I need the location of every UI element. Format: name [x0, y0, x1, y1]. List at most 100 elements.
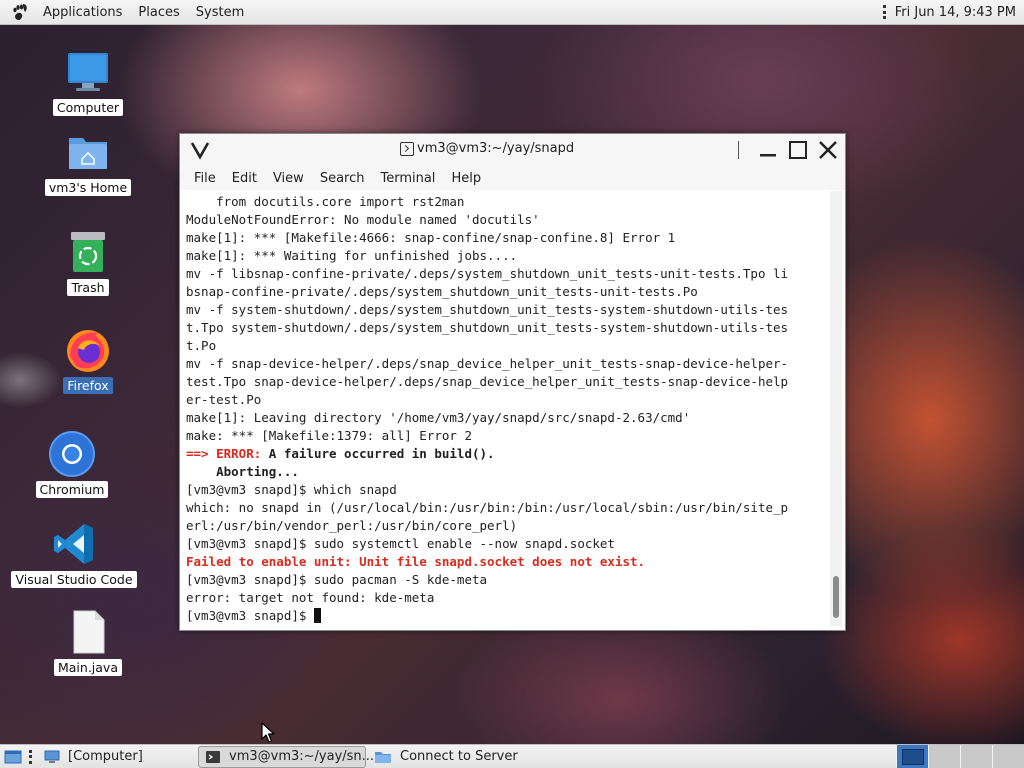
show-desktop-icon[interactable] [2, 746, 24, 768]
terminal-line: make: *** [Makefile:1379: all] Error 2 [186, 427, 828, 445]
terminal-text: Failed to enable unit: Unit file snapd.s… [186, 554, 646, 569]
menu-edit[interactable]: Edit [224, 171, 265, 186]
menu-search[interactable]: Search [312, 171, 373, 186]
terminal-titlebar[interactable]: vm3@vm3:~/yay/snapd [180, 134, 845, 166]
terminal-text: A failure occurred in build(). [261, 446, 495, 461]
terminal-line: mv -f snap-device-helper/.deps/snap_devi… [186, 355, 828, 373]
minimize-button[interactable] [755, 138, 781, 162]
desktop-icon-label: Firefox [63, 377, 113, 394]
terminal-line: Aborting... [186, 463, 828, 481]
mouse-pointer-icon [261, 722, 277, 744]
terminal-text: Aborting... [186, 464, 299, 479]
window-controls [738, 138, 841, 162]
terminal-text: er-test.Po [186, 392, 262, 407]
terminal-icon [400, 141, 414, 156]
terminal-line: make[1]: Leaving directory '/home/vm3/ya… [186, 409, 828, 427]
desktop-icon-label: Chromium [35, 481, 109, 498]
terminal-text: make[1]: Leaving directory '/home/vm3/ya… [186, 410, 691, 425]
scrollbar-thumb[interactable] [833, 576, 839, 618]
desktop-icon-chromium[interactable]: Chromium [27, 430, 117, 498]
window-menu-icon[interactable] [190, 140, 210, 160]
terminal-text: which: no snapd in (/usr/local/bin:/usr/… [186, 500, 789, 515]
desktop-icon-firefox[interactable]: Firefox [43, 326, 133, 394]
workspace-4[interactable] [992, 744, 1024, 768]
terminal-window[interactable]: vm3@vm3:~/yay/snapd File Edit View Searc… [179, 133, 846, 631]
panel-handle-icon [883, 5, 887, 19]
terminal-line: mv -f libsnap-confine-private/.deps/syst… [186, 265, 828, 283]
menu-help[interactable]: Help [443, 171, 489, 186]
terminal-text: bsnap-confine-private/.deps/system_shutd… [186, 284, 698, 299]
system-menu[interactable]: System [188, 5, 252, 20]
terminal-line: Failed to enable unit: Unit file snapd.s… [186, 553, 828, 571]
terminal-line: from docutils.core import rst2man [186, 193, 828, 211]
trash-icon [64, 228, 112, 276]
terminal-text: test.Tpo snap-device-helper/.deps/snap_d… [186, 374, 789, 389]
terminal-menubar: File Edit View Search Terminal Help [180, 166, 845, 190]
desktop-icon-label: vm3's Home [44, 179, 132, 196]
folder-icon [374, 750, 392, 764]
terminal-text: t.Po [186, 338, 217, 353]
desktop-icon-label: Visual Studio Code [11, 571, 137, 588]
terminal-text: erl:/usr/bin/vendor_perl:/usr/bin/core_p… [186, 518, 518, 533]
workspace-1[interactable] [896, 744, 928, 768]
terminal-icon [205, 750, 221, 764]
maximize-button[interactable] [785, 138, 811, 162]
taskbar-item-connect-to-server[interactable]: Connect to Server [368, 746, 524, 768]
desktop-icon-main-java[interactable]: Main.java [43, 608, 133, 676]
window-title-text: vm3@vm3:~/yay/snapd [417, 141, 575, 156]
desktop-icon-label: Main.java [53, 659, 122, 676]
panel-handle-icon [28, 749, 32, 764]
desktop-icon-trash[interactable]: Trash [43, 228, 133, 296]
terminal-text: from docutils.core import rst2man [186, 194, 465, 209]
terminal-cursor [313, 608, 321, 623]
firefox-icon [64, 326, 112, 374]
workspace-3[interactable] [960, 744, 992, 768]
computer-icon [64, 48, 112, 96]
terminal-text: error: target not found: kde-meta [186, 590, 435, 605]
terminal-line: bsnap-confine-private/.deps/system_shutd… [186, 283, 828, 301]
menu-file[interactable]: File [186, 171, 224, 186]
terminal-text: [vm3@vm3 snapd]$ sudo pacman -S kde-meta [186, 572, 488, 587]
terminal-line: ==> ERROR: A failure occurred in build()… [186, 445, 828, 463]
terminal-line: mv -f system-shutdown/.deps/system_shutd… [186, 301, 828, 319]
chromium-icon [48, 430, 96, 478]
menu-view[interactable]: View [265, 171, 312, 186]
taskbar-item-label: Connect to Server [400, 749, 518, 764]
terminal-line: [vm3@vm3 snapd]$ which snapd [186, 481, 828, 499]
terminal-output[interactable]: from docutils.core import rst2man ModuleN… [180, 191, 828, 629]
terminal-text: make[1]: *** [Makefile:4666: snap-confin… [186, 230, 676, 245]
desktop-icon-computer[interactable]: Computer [43, 48, 133, 116]
desktop-icon-home[interactable]: vm3's Home [43, 128, 133, 196]
taskbar-item-terminal[interactable]: vm3@vm3:~/yay/sn... [198, 745, 374, 768]
applications-menu[interactable]: Applications [35, 5, 130, 20]
terminal-line: er-test.Po [186, 391, 828, 409]
desktop-icon-vscode[interactable]: Visual Studio Code [11, 520, 137, 588]
terminal-text: t.Tpo system-shutdown/.deps/system_shutd… [186, 320, 789, 335]
terminal-line: [vm3@vm3 snapd]$ sudo pacman -S kde-meta [186, 571, 828, 589]
terminal-text: mv -f snap-device-helper/.deps/snap_devi… [186, 356, 789, 371]
desktop-icon-label: Computer [52, 99, 124, 116]
terminal-line: which: no snapd in (/usr/local/bin:/usr/… [186, 499, 828, 517]
bottom-panel: [Computer] vm3@vm3:~/yay/sn... Connect t… [0, 744, 1024, 768]
clock[interactable]: Fri Jun 14, 9:43 PM [895, 5, 1016, 20]
places-menu[interactable]: Places [130, 5, 187, 20]
titlebar-separator [738, 141, 739, 159]
terminal-scrollbar[interactable] [830, 191, 842, 626]
window-title: vm3@vm3:~/yay/snapd [400, 141, 574, 156]
workspace-2[interactable] [928, 744, 960, 768]
home-folder-icon [64, 128, 112, 176]
terminal-text: [vm3@vm3 snapd]$ which snapd [186, 482, 397, 497]
terminal-text: ModuleNotFoundError: No module named 'do… [186, 212, 540, 227]
terminal-line: make[1]: *** [Makefile:4666: snap-confin… [186, 229, 828, 247]
taskbar-item-label: vm3@vm3:~/yay/sn... [229, 749, 375, 764]
menu-terminal[interactable]: Terminal [372, 171, 443, 186]
terminal-line: t.Tpo system-shutdown/.deps/system_shutd… [186, 319, 828, 337]
taskbar-item-computer[interactable]: [Computer] [38, 746, 198, 768]
terminal-line: make[1]: *** Waiting for unfinished jobs… [186, 247, 828, 265]
terminal-text: [vm3@vm3 snapd]$ [186, 608, 314, 623]
terminal-text: ==> ERROR: [186, 446, 262, 461]
terminal-line: [vm3@vm3 snapd]$ [186, 607, 828, 625]
gnome-foot-icon[interactable] [9, 1, 31, 23]
close-button[interactable] [815, 138, 841, 162]
workspace-switcher [896, 744, 1024, 768]
